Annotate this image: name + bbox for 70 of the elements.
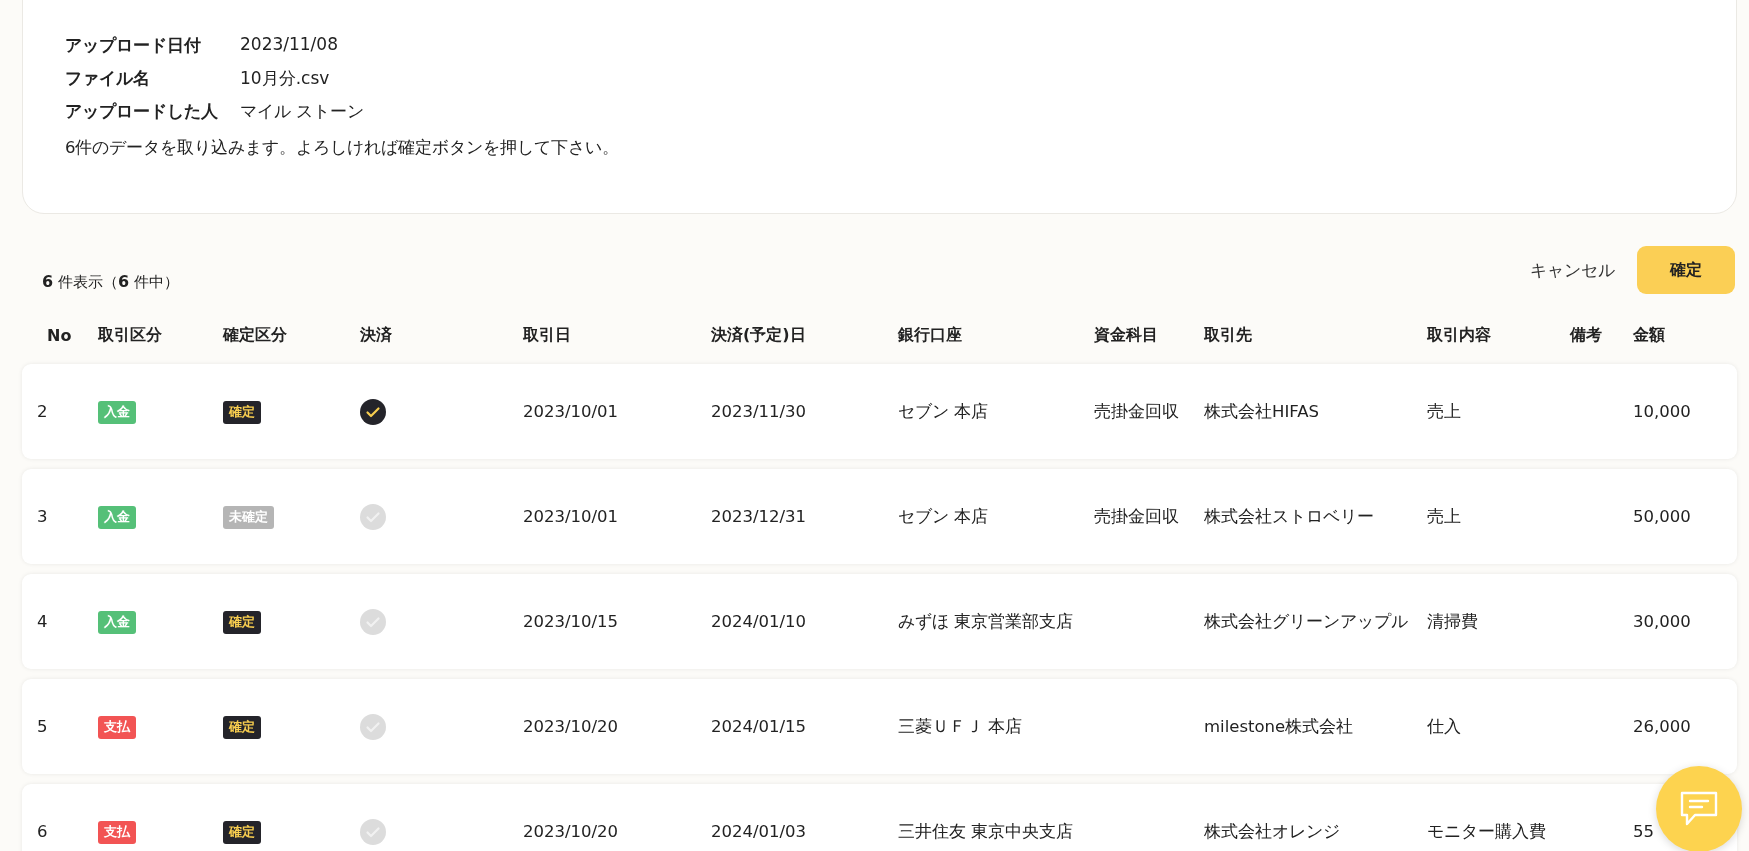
table-cell: 仕入 — [1427, 716, 1461, 736]
column-header: 資金科目 — [1094, 324, 1159, 346]
table-cell: 株式会社グリーンアップル — [1204, 611, 1408, 631]
chat-icon — [1679, 791, 1719, 827]
import-message: 6件のデータを取り込みます。よろしければ確定ボタンを押して下さい。 — [65, 137, 621, 159]
column-header: 銀行口座 — [898, 324, 963, 346]
type-badge: 入金 — [98, 401, 136, 424]
table-cell: 2023/10/01 — [523, 401, 619, 421]
table-cell: 売上 — [1427, 401, 1461, 421]
field-label: アップロードした人 — [65, 100, 218, 123]
field-value: 10月分.csv — [240, 67, 331, 90]
table-cell: 2 — [37, 401, 48, 421]
table-cell: 三井住友 東京中央支店 — [898, 821, 1074, 841]
column-header: 取引区分 — [98, 324, 163, 346]
type-badge: 支払 — [98, 716, 136, 739]
table-cell: みずほ 東京営業部支店 — [898, 611, 1074, 631]
table-cell: 2023/10/20 — [523, 716, 619, 736]
table-cell: 50,000 — [1633, 506, 1691, 526]
field-value: マイル ストーン — [240, 100, 365, 123]
table-cell: 2023/10/15 — [523, 611, 619, 631]
status-badge: 確定 — [223, 821, 261, 844]
table-cell: 2024/01/10 — [711, 611, 807, 631]
column-header: 確定区分 — [223, 324, 288, 346]
table-cell: 2024/01/15 — [711, 716, 807, 736]
field-label: ファイル名 — [65, 67, 151, 90]
column-header: 取引日 — [523, 324, 572, 346]
table-cell: 2023/12/31 — [711, 506, 807, 526]
table-cell: セブン 本店 — [898, 506, 989, 526]
table-cell: 30,000 — [1633, 611, 1691, 631]
column-header: 取引先 — [1204, 324, 1253, 346]
column-header: No — [46, 325, 73, 345]
table-cell: 6 — [37, 821, 48, 841]
confirm-button[interactable]: 確定 — [1637, 246, 1735, 294]
field-label: アップロード日付 — [65, 34, 202, 57]
table-cell: 2023/10/01 — [523, 506, 619, 526]
column-header: 取引内容 — [1427, 324, 1492, 346]
table-cell: 2023/10/20 — [523, 821, 619, 841]
column-header: 備考 — [1570, 324, 1603, 346]
table-cell: 売掛金回収 — [1094, 401, 1179, 421]
table-cell: 売掛金回収 — [1094, 506, 1179, 526]
status-badge: 確定 — [223, 401, 261, 424]
table-cell: 売上 — [1427, 506, 1461, 526]
status-badge: 未確定 — [223, 506, 274, 529]
type-badge: 支払 — [98, 821, 136, 844]
table-cell: 株式会社HIFAS — [1204, 401, 1319, 421]
table-cell: 株式会社オレンジ — [1204, 821, 1340, 841]
type-badge: 入金 — [98, 611, 136, 634]
status-badge: 確定 — [223, 716, 261, 739]
table-cell: 3 — [37, 506, 48, 526]
status-badge: 確定 — [223, 611, 261, 634]
table-cell: 株式会社ストロベリー — [1204, 506, 1374, 526]
table-cell: 5 — [37, 716, 48, 736]
table-cell: 26,000 — [1633, 716, 1691, 736]
column-header: 決済(予定)日 — [711, 324, 807, 346]
table-cell: 清掃費 — [1427, 611, 1478, 631]
table-cell: 2023/11/30 — [711, 401, 807, 421]
table-cell: 2024/01/03 — [711, 821, 807, 841]
column-header: 金額 — [1633, 324, 1666, 346]
table-cell: セブン 本店 — [898, 401, 989, 421]
cancel-button[interactable]: キャンセル — [1530, 258, 1615, 282]
table-cell: 三菱ＵＦＪ 本店 — [898, 716, 1023, 736]
table-cell: milestone株式会社 — [1204, 716, 1354, 736]
table-cell: モニター購入費 — [1427, 821, 1546, 841]
table-cell: 4 — [37, 611, 48, 631]
type-badge: 入金 — [98, 506, 136, 529]
record-count: 6 件表示（6 件中） — [42, 272, 179, 292]
table-cell: 10,000 — [1633, 401, 1691, 421]
table-cell: 55 — [1633, 821, 1654, 841]
field-value: 2023/11/08 — [240, 34, 339, 56]
column-header: 決済 — [360, 324, 393, 346]
